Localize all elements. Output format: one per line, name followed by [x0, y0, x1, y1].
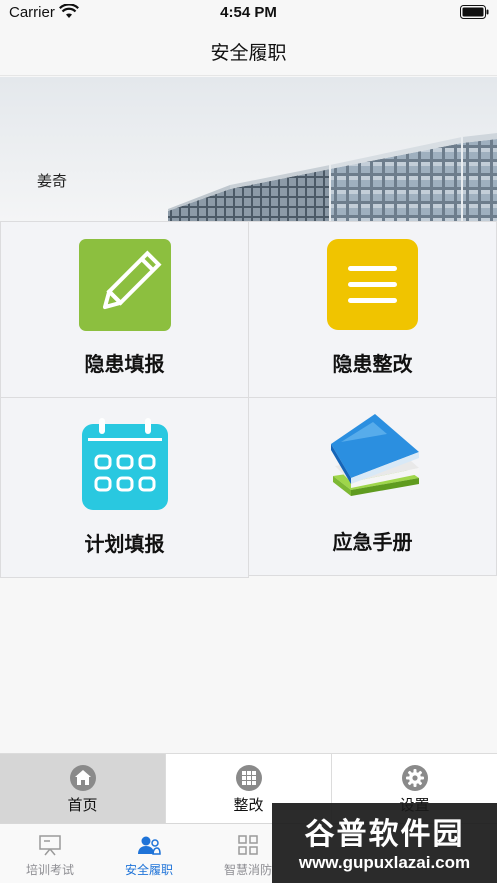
- watermark: 谷普软件园 www.gupuxlazai.com: [272, 803, 497, 883]
- pencil-icon: [79, 239, 171, 331]
- grid-item-plan-report[interactable]: 计划填报: [0, 397, 249, 578]
- navigation-bar: 安全履职: [0, 26, 497, 76]
- grid-item-label: 隐患填报: [84, 352, 165, 376]
- list-icon: [327, 239, 418, 330]
- presentation-board-icon: [39, 835, 61, 856]
- page-title: 安全履职: [210, 42, 287, 64]
- watermark-url: www.gupuxlazai.com: [298, 853, 471, 872]
- grid-item-label: 应急手册: [332, 530, 413, 554]
- tab-label: 安全履职: [124, 863, 173, 877]
- grid-icon: [235, 765, 262, 791]
- gear-icon: [401, 765, 428, 791]
- tab-label: 首页: [67, 796, 98, 814]
- apps-icon: [238, 835, 258, 855]
- grid-item-hazard-report[interactable]: 隐患填报: [0, 221, 249, 398]
- function-grid: 隐患填报 隐患整改 计划填报 应急手册: [0, 221, 497, 578]
- user-group-icon: [138, 836, 161, 855]
- tab-safety-duty[interactable]: 安全履职: [99, 824, 199, 883]
- banner-image: 姜奇: [0, 77, 497, 221]
- grid-item-label: 计划填报: [84, 532, 165, 556]
- grid-item-hazard-rectification[interactable]: 隐患整改: [248, 221, 497, 398]
- battery-icon: [460, 5, 489, 19]
- status-bar: Carrier 4:54 PM: [0, 0, 497, 26]
- calendar-icon: [82, 418, 168, 510]
- building-illustration: [0, 77, 497, 221]
- tab-label: 培训考试: [25, 863, 74, 877]
- tab-home[interactable]: 首页: [0, 754, 166, 824]
- watermark-title: 谷普软件园: [304, 817, 465, 852]
- home-icon: [69, 765, 96, 791]
- status-time: 4:54 PM: [220, 4, 277, 21]
- grid-item-label: 隐患整改: [332, 352, 413, 376]
- tab-training-exam[interactable]: 培训考试: [0, 824, 100, 883]
- user-name: 姜奇: [37, 172, 68, 190]
- books-icon: [331, 414, 419, 496]
- grid-item-emergency-manual[interactable]: 应急手册: [248, 397, 497, 576]
